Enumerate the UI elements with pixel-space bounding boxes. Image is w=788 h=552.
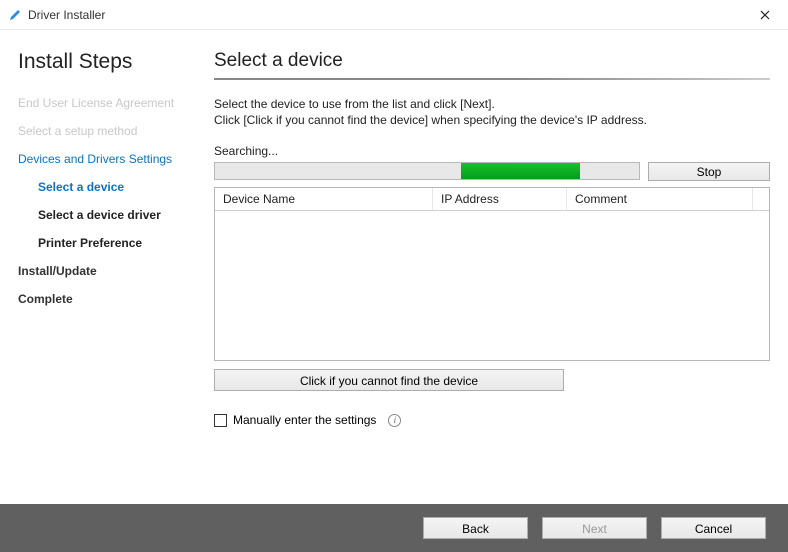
sidebar: Install Steps End User License Agreement… [0,30,202,504]
cancel-button[interactable]: Cancel [661,517,766,539]
app-icon [8,8,22,22]
step-complete: Complete [18,292,188,306]
searching-label: Searching... [214,144,770,158]
manual-entry-label: Manually enter the settings [233,413,376,427]
instructions: Select the device to use from the list a… [214,96,770,128]
window-title: Driver Installer [28,8,750,22]
footer: Back Next Cancel [0,504,788,552]
col-device-name[interactable]: Device Name [215,188,433,210]
instruction-line-2: Click [Click if you cannot find the devi… [214,113,647,127]
step-install-update: Install/Update [18,264,188,278]
page-title: Select a device [214,50,770,72]
substep-select-device: Select a device [38,180,188,194]
back-button[interactable]: Back [423,517,528,539]
titlebar: Driver Installer [0,0,788,30]
search-progress [214,162,640,180]
info-icon[interactable]: i [388,414,401,427]
step-devices-drivers: Devices and Drivers Settings [18,152,188,166]
main-content: Select a device Select the device to use… [202,30,788,504]
sidebar-heading: Install Steps [18,50,188,74]
search-progress-fill [461,163,580,179]
col-ip-address[interactable]: IP Address [433,188,567,210]
instruction-line-1: Select the device to use from the list a… [214,97,495,111]
substep-printer-preference: Printer Preference [38,236,188,250]
title-divider [214,78,770,80]
substep-select-driver: Select a device driver [38,208,188,222]
step-eula: End User License Agreement [18,96,188,110]
close-button[interactable] [750,0,780,30]
step-setup-method: Select a setup method [18,124,188,138]
cannot-find-device-button[interactable]: Click if you cannot find the device [214,369,564,391]
stop-button[interactable]: Stop [648,162,770,181]
manual-entry-row: Manually enter the settings i [214,413,770,427]
manual-entry-checkbox[interactable] [214,414,227,427]
table-header: Device Name IP Address Comment [215,188,769,211]
next-button[interactable]: Next [542,517,647,539]
col-spacer [753,188,769,210]
col-comment[interactable]: Comment [567,188,753,210]
close-icon [760,10,770,20]
device-table[interactable]: Device Name IP Address Comment [214,187,770,361]
